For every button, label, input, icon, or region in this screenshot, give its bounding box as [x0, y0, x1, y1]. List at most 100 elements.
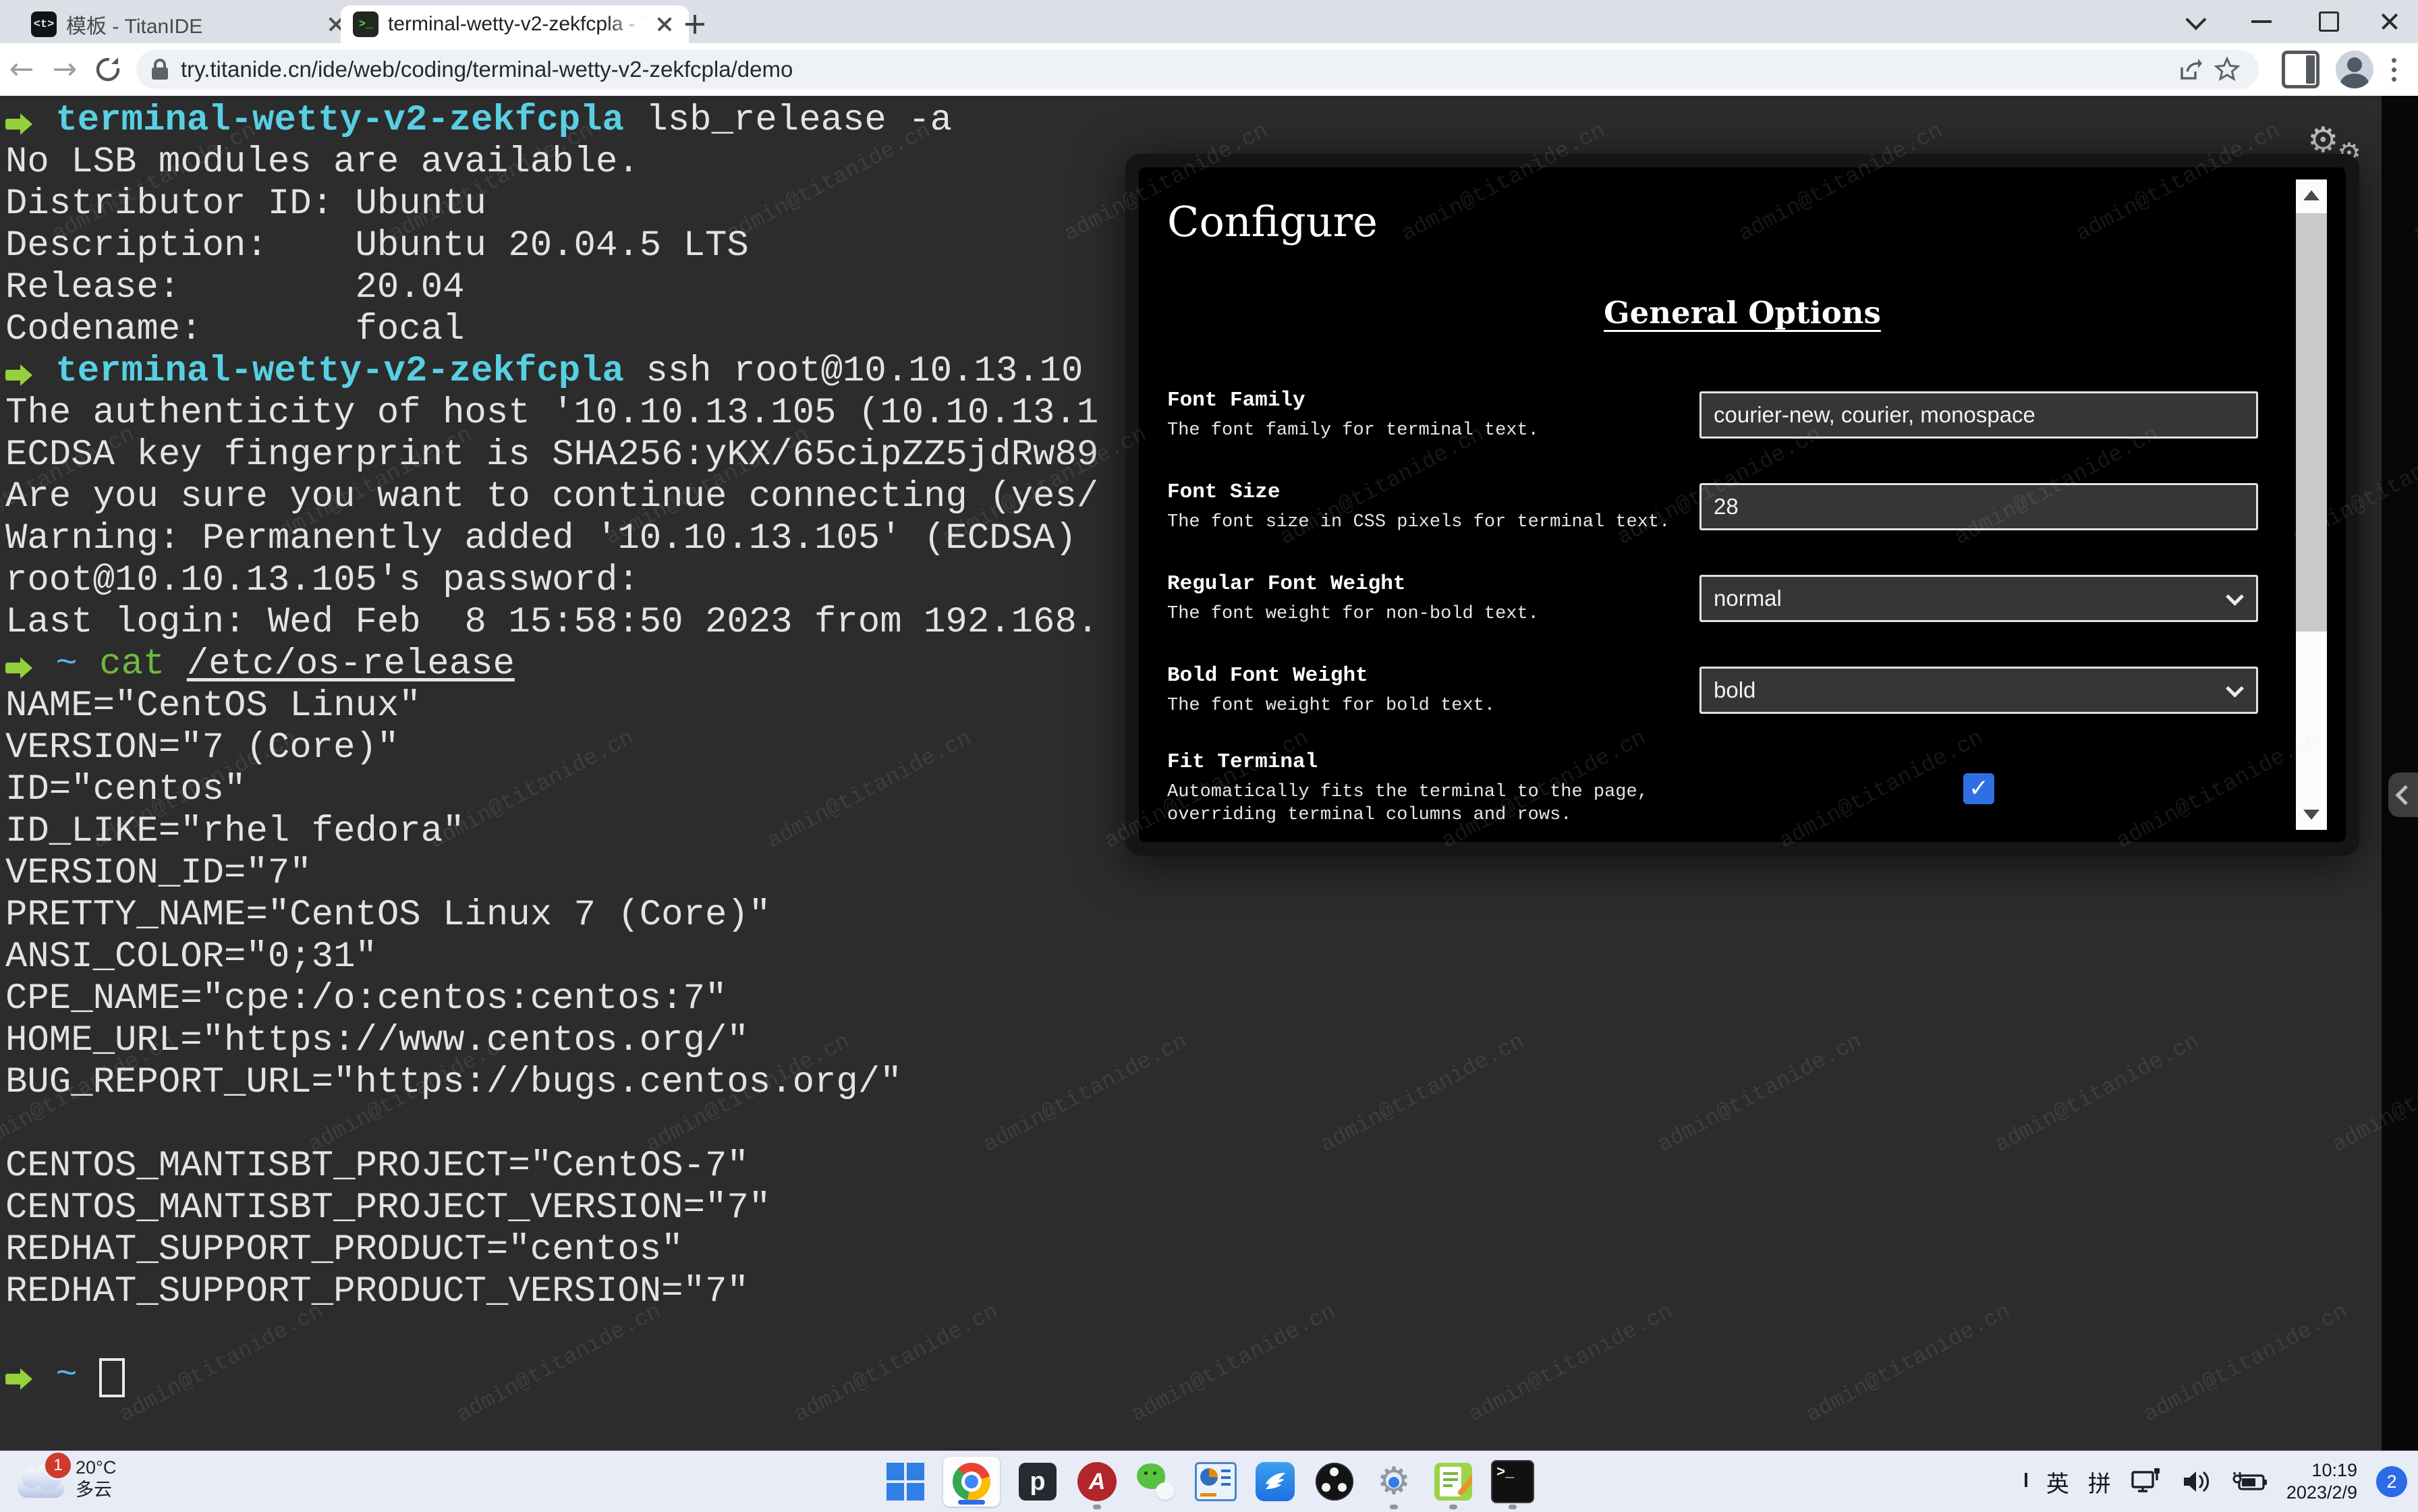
weather-condition: 多云 — [76, 1479, 116, 1501]
taskbar-obs[interactable] — [1313, 1460, 1356, 1503]
forward-icon: → — [53, 55, 78, 84]
taskbar-system-monitor[interactable] — [1194, 1460, 1237, 1503]
terminal-line: ~ — [5, 1355, 2387, 1397]
ime-pinyin-indicator[interactable]: 拼 — [2088, 1465, 2111, 1499]
taskbar-wechat[interactable] — [1135, 1460, 1178, 1503]
tray-expand-button[interactable] — [2025, 1476, 2027, 1488]
taskbar-picpick[interactable]: p — [1016, 1460, 1059, 1503]
profile-avatar[interactable] — [2336, 51, 2373, 88]
field-row-regular-font-weight: Regular Font Weight The font weight for … — [1167, 567, 2258, 630]
field-row-bold-font-weight: Bold Font Weight The font weight for bol… — [1167, 659, 2258, 722]
general-options-heading: General Options — [1139, 295, 2346, 331]
bookmark-button[interactable] — [2209, 51, 2245, 88]
browser-menu-button[interactable] — [2380, 51, 2407, 88]
network-button[interactable] — [2130, 1467, 2162, 1496]
chrome-icon — [953, 1463, 990, 1501]
chevron-down-icon — [2226, 679, 2244, 698]
refresh-button[interactable] — [86, 48, 130, 91]
forward-button[interactable]: → — [43, 48, 86, 91]
terminal-line: PRETTY_NAME="CentOS Linux 7 (Core)" — [5, 895, 2387, 936]
anyviewer-icon: A — [1077, 1462, 1117, 1501]
fit-terminal-checkbox[interactable]: ✓ — [1963, 773, 1994, 804]
taskbar-anyviewer[interactable]: A — [1075, 1460, 1119, 1503]
cmd-icon: >_ — [1491, 1460, 1534, 1503]
share-button[interactable] — [2172, 51, 2209, 88]
field-label: Font Family — [1167, 389, 1679, 412]
titanide-logo-icon: <t> — [31, 11, 57, 37]
taskbar-command-prompt[interactable]: >_ — [1491, 1460, 1534, 1503]
taskbar-clock[interactable]: 10:19 2023/2/9 — [2286, 1459, 2357, 1504]
tab-terminal-wetty[interactable]: >_ terminal-wetty-v2-zekfcpla - T — [341, 5, 689, 43]
dialog-scrollbar[interactable] — [2296, 179, 2327, 830]
close-icon — [2380, 11, 2400, 32]
side-panel-icon[interactable] — [2282, 51, 2319, 88]
taskbar-notepad-plus-plus[interactable] — [1432, 1460, 1475, 1503]
field-label: Fit Terminal — [1167, 750, 1679, 774]
prompt-arrow-icon — [5, 663, 23, 673]
volume-button[interactable] — [2181, 1468, 2212, 1495]
terminal-line: BUG_REPORT_URL="https://bugs.centos.org/… — [5, 1062, 2387, 1104]
taskbar-windows-start[interactable] — [884, 1460, 927, 1503]
scroll-down-arrow[interactable] — [2296, 799, 2327, 830]
field-description: Automatically fits the terminal to the p… — [1167, 781, 1679, 827]
taskbar-apps: p A ⚙ >_ — [876, 1451, 1542, 1512]
back-button[interactable]: ← — [0, 48, 43, 91]
field-description: The font weight for bold text. — [1167, 694, 1679, 717]
dingtalk-icon — [1256, 1462, 1295, 1501]
url-text[interactable]: try.titanide.cn/ide/web/coding/terminal-… — [181, 57, 2172, 82]
field-label: Regular Font Weight — [1167, 572, 1679, 596]
terminal-line: ANSI_COLOR="0;31" — [5, 936, 2387, 978]
field-description: The font weight for non-bold text. — [1167, 603, 1679, 625]
close-tab-icon[interactable] — [654, 13, 677, 36]
tab-strip: <t> 模板 - TitanIDE >_ terminal-wetty-v2-z… — [0, 0, 2418, 43]
terminal-line: HOME_URL="https://www.centos.org/" — [5, 1020, 2387, 1062]
battery-button[interactable] — [2231, 1470, 2268, 1493]
regular-font-weight-select[interactable]: normal — [1699, 575, 2258, 622]
taskbar-weather-widget[interactable]: 1 20°C 多云 — [18, 1457, 116, 1501]
terminal-line — [5, 1104, 2387, 1146]
terminal-line: terminal-wetty-v2-zekfcpla lsb_release -… — [5, 100, 2387, 142]
terminal-line: VERSION_ID="7" — [5, 853, 2387, 895]
field-row-font-family: Font Family The font family for terminal… — [1167, 383, 2258, 447]
minimize-button[interactable] — [2240, 0, 2283, 43]
scroll-up-arrow[interactable] — [2296, 179, 2327, 211]
new-tab-button[interactable] — [680, 9, 710, 39]
share-icon — [2178, 57, 2203, 82]
dialog-title: Configure — [1167, 197, 2346, 246]
collapse-panel-handle[interactable] — [2388, 773, 2418, 817]
font-family-input[interactable] — [1699, 391, 2258, 439]
address-bar[interactable]: try.titanide.cn/ide/web/coding/terminal-… — [136, 50, 2259, 89]
taskbar-chrome[interactable] — [943, 1457, 1000, 1507]
field-row-font-size: Font Size The font size in CSS pixels fo… — [1167, 475, 2258, 538]
picpick-icon: p — [1019, 1463, 1057, 1501]
notification-badge: 1 — [43, 1451, 73, 1480]
chevron-left-icon — [2395, 785, 2415, 805]
tab-search-button[interactable] — [2172, 0, 2216, 43]
prompt-arrow-icon — [5, 370, 23, 381]
field-label: Bold Font Weight — [1167, 664, 1679, 688]
ime-language-indicator[interactable]: 英 — [2046, 1465, 2069, 1499]
field-label: Font Size — [1167, 480, 1679, 504]
chevron-down-icon — [2226, 588, 2244, 606]
tab-titanide[interactable]: <t> 模板 - TitanIDE — [19, 5, 360, 43]
terminal-icon: >_ — [353, 11, 378, 37]
bold-font-weight-select[interactable]: bold — [1699, 667, 2258, 714]
chevron-down-icon — [2185, 9, 2206, 30]
back-icon: ← — [9, 55, 34, 84]
notification-center-badge[interactable]: 2 — [2376, 1466, 2407, 1497]
windows-logo-icon — [887, 1463, 924, 1501]
taskbar-settings[interactable]: ⚙ — [1372, 1460, 1415, 1503]
taskbar-dingtalk[interactable] — [1254, 1460, 1297, 1503]
configure-dialog: Configure General Options Font Family Th… — [1125, 154, 2359, 856]
gear-icon: ⚙ — [1377, 1463, 1411, 1501]
notepad-icon — [1434, 1463, 1472, 1501]
restore-button[interactable] — [2307, 0, 2351, 43]
close-window-button[interactable] — [2368, 0, 2411, 43]
terminal-line: REDHAT_SUPPORT_PRODUCT_VERSION="7" — [5, 1271, 2387, 1313]
font-size-input[interactable] — [1699, 483, 2258, 530]
system-tray: 英 拼 10:19 — [2025, 1451, 2407, 1512]
network-icon — [2130, 1467, 2162, 1496]
battery-charging-icon — [2231, 1470, 2268, 1493]
speaker-icon — [2181, 1468, 2212, 1495]
scrollbar-thumb[interactable] — [2296, 213, 2327, 632]
